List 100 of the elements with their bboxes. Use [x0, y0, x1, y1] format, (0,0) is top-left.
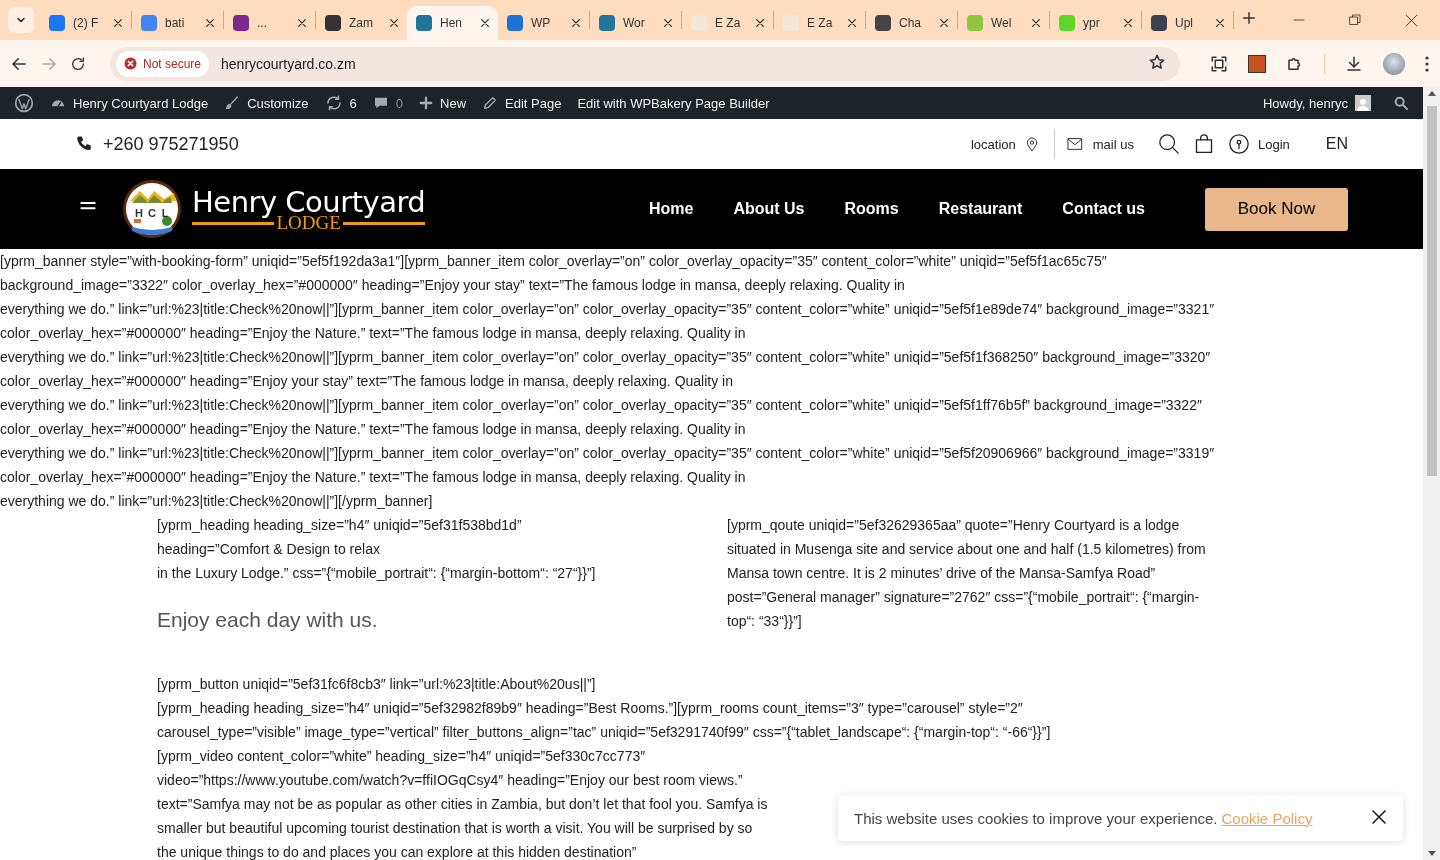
shortcode-text: Mansa town centre. It is 2 minutes’ drive of the Mansa-Samfya Road”: [727, 564, 1156, 583]
admin-bar-item[interactable]: 6: [316, 87, 365, 119]
shortcode-text: color_overlay_hex=”#000000″ heading=”Enjoy the Nature.” text=”The famous lodge in mansa, deeply relaxing. Quality in: [0, 324, 746, 343]
admin-bar-item[interactable]: Henry Courtyard Lodge: [42, 87, 217, 119]
shortcode-text: post=”General manager” signature=”2762″ css=”{“mobile_portrait“: {“margin-: [727, 588, 1200, 607]
search-icon: [1393, 95, 1409, 111]
security-chip[interactable]: Not secure: [116, 50, 210, 77]
shortcode-text: in the Luxury Lodge.” css=”{“mobile_portrait“: {“margin-bottom“: “27“}}”]: [157, 564, 596, 583]
shortcode-text: [yprm_heading heading_size=”h4″ uniqid=”5ef32982f89b9″ heading=”Best Rooms.”][yprm_rooms count_items=”3″ type=”carousel” style=”2″: [157, 699, 1023, 718]
browser-tab[interactable]: E Za: [774, 6, 865, 40]
keyhole-icon: [1227, 133, 1250, 155]
warning-icon: [124, 57, 137, 70]
shortcode-text: background_image=”3322″ color_overlay_hex=”#000000″ heading=”Enjoy your stay” text=”The famous lodge in mansa, deeply relaxing. Quality in: [0, 276, 905, 295]
shortcode-text: text=”Samfya may not be as popular as other cities in Zambia, but don’t let that fool you. Samfya is: [157, 795, 768, 814]
browser-tab[interactable]: ypr: [1050, 6, 1141, 40]
wordpress-logo-icon: [14, 93, 34, 113]
close-icon: [1031, 18, 1041, 28]
shortcode-text: color_overlay_hex=”#000000″ heading=”Enjoy the Nature.” text=”The famous lodge in mansa, deeply relaxing. Quality in: [0, 420, 746, 439]
section-heading: Enjoy each day with us.: [157, 607, 379, 633]
brush-icon: [224, 95, 241, 111]
location-link[interactable]: location: [970, 135, 1040, 153]
shortcode-text: the unique things to do and places you can explore at this hidden destination”: [157, 843, 637, 860]
scroll-down-icon[interactable]: [1427, 851, 1436, 856]
phone-number[interactable]: +260 975271950: [103, 133, 239, 155]
star-icon: [1148, 52, 1166, 71]
account-menu[interactable]: Howdy, henryc: [1255, 87, 1379, 119]
nav-link[interactable]: Home: [648, 200, 694, 218]
download-icon: [1345, 54, 1363, 73]
more-icon: [1425, 55, 1429, 72]
admin-bar-item[interactable]: New: [411, 87, 475, 119]
close-icon: [663, 18, 673, 28]
restore-icon: [1349, 13, 1361, 26]
admin-bar-item[interactable]: Customize: [216, 87, 317, 119]
close-icon: [755, 18, 765, 28]
plus-icon: [1242, 11, 1256, 25]
shortcode-text: everything we do.” link=”url:%23|title:Check%20now||”][yprm_banner_item color_overlay=”on” color_overlay_opacity=”35″ content_color=”white” uniqid=”5ef5f1e89de74″ background_image=”3321″: [0, 300, 1215, 319]
browser-tab[interactable]: WP: [498, 6, 589, 40]
mail-link[interactable]: mail us: [1064, 136, 1134, 152]
language-switcher[interactable]: EN: [1325, 135, 1348, 153]
close-icon: [1215, 18, 1225, 28]
shortcode-text: smaller but beautiful upcoming tourist destination that is worth a visit. You will be surprised by so: [157, 819, 753, 838]
close-icon: [1123, 18, 1133, 28]
login-link[interactable]: Login: [1227, 133, 1290, 155]
browser-tab[interactable]: ...: [224, 6, 315, 40]
shortcode-text: [yprm_heading heading_size=”h4″ uniqid=”5ef31f538bd1d”: [157, 516, 522, 535]
shortcode-text: everything we do.” link=”url:%23|title:Check%20now||”][yprm_banner_item color_overlay=”on” color_overlay_opacity=”35″ content_color=”white” uniqid=”5ef5f1ff76b5f” background_image=”3322″: [0, 396, 1202, 415]
browser-tab[interactable]: E Za: [682, 6, 773, 40]
close-icon: [571, 18, 581, 28]
browser-tab[interactable]: Upl: [1142, 6, 1233, 40]
nav-link[interactable]: Rooms: [844, 200, 899, 218]
shortcode-text: everything we do.” link=”url:%23|title:Check%20now||”][/yprm_banner]: [0, 492, 433, 511]
shortcode-text: carousel_type=”visible” image_type=”vertical” filter_buttons_align=”tac” uniqid=”5ef3291740f99″ css=”{“tablet_landscape“: {“margin-top“: “-66“}}”]: [157, 723, 1051, 742]
close-icon: [389, 18, 399, 28]
refresh-icon: [324, 94, 343, 112]
url-text: henrycourtyard.co.zm: [221, 55, 357, 72]
phone-icon: [75, 135, 93, 153]
nav-link[interactable]: About Us: [733, 200, 805, 218]
shortcode-text: [yprm_qoute uniqid=”5ef32629365aa” quote=”Henry Courtyard is a lodge: [727, 516, 1180, 535]
nav-link[interactable]: Contact us: [1062, 200, 1145, 218]
search-button[interactable]: [1157, 133, 1180, 155]
nav-link[interactable]: Restaurant: [938, 200, 1023, 218]
scrollbar-thumb[interactable]: [1426, 106, 1437, 476]
browser-tab[interactable]: Hen: [407, 6, 498, 40]
user-avatar-icon: [1355, 95, 1371, 111]
search-icon: [1157, 133, 1180, 155]
close-icon: [1405, 13, 1418, 27]
admin-bar-item[interactable]: Edit with WPBakery Page Builder: [569, 87, 778, 119]
plus-icon: [419, 96, 434, 110]
shortcode-text: situated in Musenga site and service about one and half (1.5 kilometres) from: [727, 540, 1206, 559]
browser-tab[interactable]: bati: [132, 6, 223, 40]
browser-tab[interactable]: Wor: [590, 6, 681, 40]
cart-button[interactable]: [1193, 133, 1214, 155]
bag-icon: [1193, 133, 1214, 155]
profile-avatar[interactable]: [1383, 52, 1405, 75]
comment-icon: [372, 95, 389, 111]
shortcode-text: [yprm_banner style=”with-booking-form” uniqid=”5ef5f192da3a1″][yprm_banner_item color_overlay=”on” color_overlay_opacity=”35″ content_color=”white” uniqid=”5ef5f1ac65c75″: [0, 252, 1107, 271]
admin-bar-item[interactable]: Edit Page: [474, 87, 570, 119]
close-icon: [1371, 808, 1387, 825]
close-icon: [205, 18, 215, 28]
browser-tab[interactable]: Cha: [866, 6, 957, 40]
site-logo[interactable]: H C L Henry Courtyard LODGE: [122, 179, 426, 239]
address-bar[interactable]: Not secure henrycourtyard.co.zm: [110, 46, 1180, 81]
extension-icon[interactable]: [1248, 54, 1266, 73]
admin-bar-item[interactable]: 0: [364, 87, 412, 119]
shortcode-text: everything we do.” link=”url:%23|title:Check%20now||”][yprm_banner_item color_overlay=”on” color_overlay_opacity=”35″ content_color=”white” uniqid=”5ef5f20906966″ background_image=”3319″: [0, 444, 1215, 463]
close-icon: [480, 18, 490, 28]
shortcode-text: color_overlay_hex=”#000000″ heading=”Enjoy your stay” text=”The famous lodge in mansa, deeply relaxing. Quality in: [0, 372, 733, 391]
browser-tab[interactable]: Wel: [958, 6, 1049, 40]
scrollbar[interactable]: [1423, 87, 1440, 860]
pencil-icon: [482, 95, 499, 111]
close-icon: [113, 18, 123, 28]
browser-tab[interactable]: Zam: [316, 6, 407, 40]
screenshot-icon: [1210, 54, 1228, 73]
cookie-text: This website uses cookies to improve your experience.: [854, 809, 1218, 827]
shortcode-text: [yprm_video content_color=”white” heading_size=”h4″ uniqid=”5ef330c7cc773″: [157, 747, 646, 766]
scroll-up-icon[interactable]: [1427, 91, 1436, 96]
shortcode-text: color_overlay_hex=”#000000″ heading=”Enjoy the Nature.” text=”The famous lodge in mansa, deeply relaxing. Quality in: [0, 468, 746, 487]
close-icon: [847, 18, 857, 28]
book-now-button[interactable]: Book Now: [1205, 187, 1348, 231]
browser-tab[interactable]: (2) F: [40, 6, 131, 40]
